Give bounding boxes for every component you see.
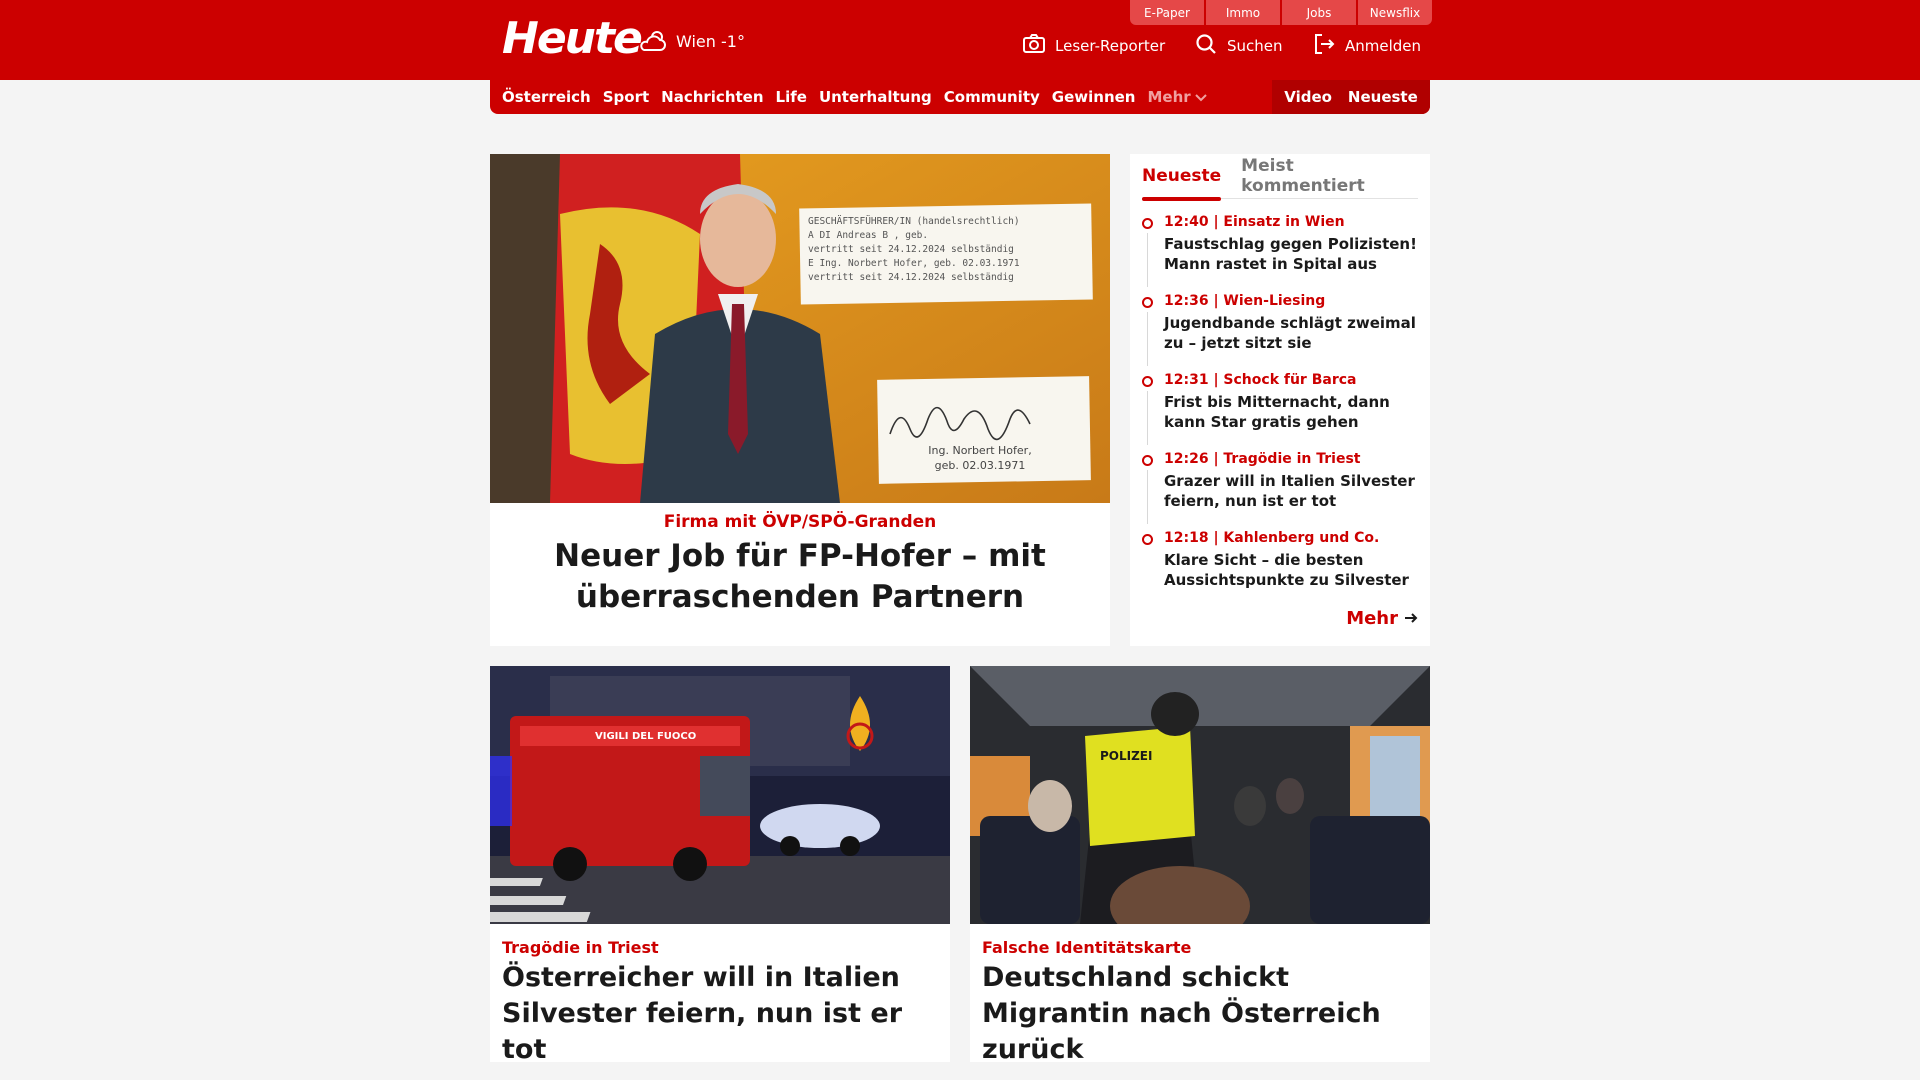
timeline-item[interactable]: 12:40 | Einsatz in Wien Faustschlag gege…	[1142, 213, 1418, 292]
leser-reporter-label: Leser-Reporter	[1055, 37, 1166, 55]
timeline-item[interactable]: 12:31 | Schock für Barca Frist bis Mitte…	[1142, 371, 1418, 450]
hero-doc-line5: vertritt seit 24.12.2024 selbständig	[808, 272, 1014, 283]
timeline-title[interactable]: Jugendbande schlägt zweimal zu – jetzt s…	[1164, 313, 1418, 353]
sidebar-more-link[interactable]: Mehr	[1346, 608, 1418, 629]
latest-news-sidebar: Neueste Meist kommentiert 12:40 | Einsat…	[1130, 154, 1430, 646]
police-vest-label: POLIZEI	[1100, 749, 1152, 763]
login-icon	[1313, 33, 1335, 59]
sidebar-more-label: Mehr	[1346, 608, 1398, 629]
fire-truck-label: VIGILI DEL FUOCO	[595, 731, 696, 742]
tab-meist-kommentiert[interactable]: Meist kommentiert	[1241, 154, 1418, 199]
search-icon	[1195, 33, 1217, 59]
timeline-meta: 12:40 | Einsatz in Wien	[1164, 214, 1345, 230]
nav-item-video[interactable]: Video	[1284, 88, 1332, 106]
nav-item-oesterreich[interactable]: Österreich	[502, 88, 591, 106]
search-label: Suchen	[1227, 37, 1283, 55]
story-kicker: Falsche Identitätskarte	[982, 938, 1192, 957]
nav-more-label: Mehr	[1147, 88, 1191, 106]
nav-item-unterhaltung[interactable]: Unterhaltung	[819, 88, 932, 106]
login-button[interactable]: Anmelden	[1313, 32, 1421, 60]
timeline-meta: 12:26 | Tragödie in Triest	[1164, 451, 1361, 467]
weather-text: Wien -1°	[676, 31, 745, 51]
chevron-down-icon	[1194, 88, 1207, 106]
main-nav: Österreich Sport Nachrichten Life Unterh…	[490, 80, 1430, 114]
timeline-line	[1147, 233, 1148, 287]
sidebar-tabs: Neueste Meist kommentiert	[1142, 154, 1418, 201]
story-image-bus-police[interactable]: POLIZEI	[970, 666, 1430, 924]
heute-logo[interactable]: Heute	[502, 14, 643, 64]
timeline-item[interactable]: 12:26 | Tragödie in Triest Grazer will i…	[1142, 450, 1418, 529]
timeline-title[interactable]: Grazer will in Italien Silvester feiern,…	[1164, 471, 1418, 511]
timeline-meta: 12:31 | Schock für Barca	[1164, 372, 1357, 388]
timeline-title[interactable]: Klare Sicht – die besten Aussichtspunkte…	[1164, 550, 1418, 590]
tab-jobs[interactable]: Jobs	[1282, 0, 1356, 25]
hero-sig-birth: geb. 02.03.1971	[935, 459, 1026, 472]
nav-item-neueste[interactable]: Neueste	[1348, 88, 1418, 106]
service-tabs: E-Paper Immo Jobs Newsflix	[1130, 0, 1432, 25]
nav-item-gewinnen[interactable]: Gewinnen	[1052, 88, 1136, 106]
nav-item-nachrichten[interactable]: Nachrichten	[661, 88, 763, 106]
nav-item-sport[interactable]: Sport	[603, 88, 649, 106]
arrow-right-icon	[1404, 608, 1418, 629]
timeline-title[interactable]: Frist bis Mitternacht, dann kann Star gr…	[1164, 392, 1418, 432]
tab-immo[interactable]: Immo	[1206, 0, 1280, 25]
hero-image[interactable]: GESCHÄFTSFÜHRER/IN (handelsrechtlich) A …	[490, 154, 1110, 503]
hero-kicker: Firma mit ÖVP/SPÖ-Granden	[663, 512, 937, 532]
nav-item-life[interactable]: Life	[776, 88, 807, 106]
nav-item-community[interactable]: Community	[944, 88, 1040, 106]
timeline-dot	[1142, 455, 1153, 466]
hero-article[interactable]: GESCHÄFTSFÜHRER/IN (handelsrechtlich) A …	[490, 154, 1110, 646]
timeline-dot	[1142, 376, 1153, 387]
tab-neueste[interactable]: Neueste	[1142, 154, 1222, 201]
timeline-title[interactable]: Faustschlag gegen Polizisten! Mann raste…	[1164, 234, 1418, 274]
leser-reporter-button[interactable]: Leser-Reporter	[1023, 32, 1165, 60]
story-title[interactable]: Deutschland schickt Migrantin nach Öster…	[982, 960, 1418, 1068]
cloud-sun-icon	[638, 28, 668, 54]
timeline-meta: 12:18 | Kahlenberg und Co.	[1164, 530, 1380, 546]
hero-doc-line4: E Ing. Norbert Hofer, geb. 02.03.1971	[808, 258, 1020, 269]
hero-title[interactable]: Neuer Job für FP-Hofer – mit überraschen…	[520, 536, 1080, 618]
story-title[interactable]: Österreicher will in Italien Silvester f…	[502, 960, 938, 1068]
hero-doc-line3: vertritt seit 24.12.2024 selbständig	[808, 244, 1014, 255]
story-kicker: Tragödie in Triest	[502, 938, 659, 957]
story-card[interactable]: VIGILI DEL FUOCO Tragödie in Triest Öste…	[490, 666, 950, 1065]
login-label: Anmelden	[1345, 37, 1422, 55]
camera-icon	[1023, 34, 1045, 58]
timeline-dot	[1142, 534, 1153, 545]
nav-right-group: Video Neueste	[1272, 80, 1430, 114]
timeline-item[interactable]: 12:36 | Wien-Liesing Jugendbande schlägt…	[1142, 292, 1418, 371]
timeline-line	[1147, 312, 1148, 366]
timeline-line	[1147, 391, 1148, 445]
hero-doc-line2: A DI Andreas B , geb.	[808, 230, 928, 241]
timeline-meta: 12:36 | Wien-Liesing	[1164, 293, 1326, 309]
timeline-dot	[1142, 218, 1153, 229]
search-button[interactable]: Suchen	[1195, 32, 1283, 60]
timeline-line	[1147, 470, 1148, 524]
hero-doc-line1: GESCHÄFTSFÜHRER/IN (handelsrechtlich)	[808, 216, 1020, 227]
hero-sig-name: Ing. Norbert Hofer,	[928, 444, 1031, 457]
weather-widget[interactable]: Wien -1°	[638, 26, 745, 56]
top-bar: Heute Wien -1° E-Paper Immo Jobs Newsfli…	[0, 0, 1920, 80]
tab-newsflix[interactable]: Newsflix	[1358, 0, 1432, 25]
nav-more-dropdown[interactable]: Mehr	[1147, 88, 1207, 106]
story-image-fire-truck[interactable]: VIGILI DEL FUOCO	[490, 666, 950, 924]
news-timeline: 12:40 | Einsatz in Wien Faustschlag gege…	[1142, 213, 1418, 608]
timeline-item[interactable]: 12:18 | Kahlenberg und Co. Klare Sicht –…	[1142, 529, 1418, 608]
timeline-dot	[1142, 297, 1153, 308]
tab-e-paper[interactable]: E-Paper	[1130, 0, 1204, 25]
story-card[interactable]: POLIZEI Falsche Identitätskarte Deutschl…	[970, 666, 1430, 1065]
